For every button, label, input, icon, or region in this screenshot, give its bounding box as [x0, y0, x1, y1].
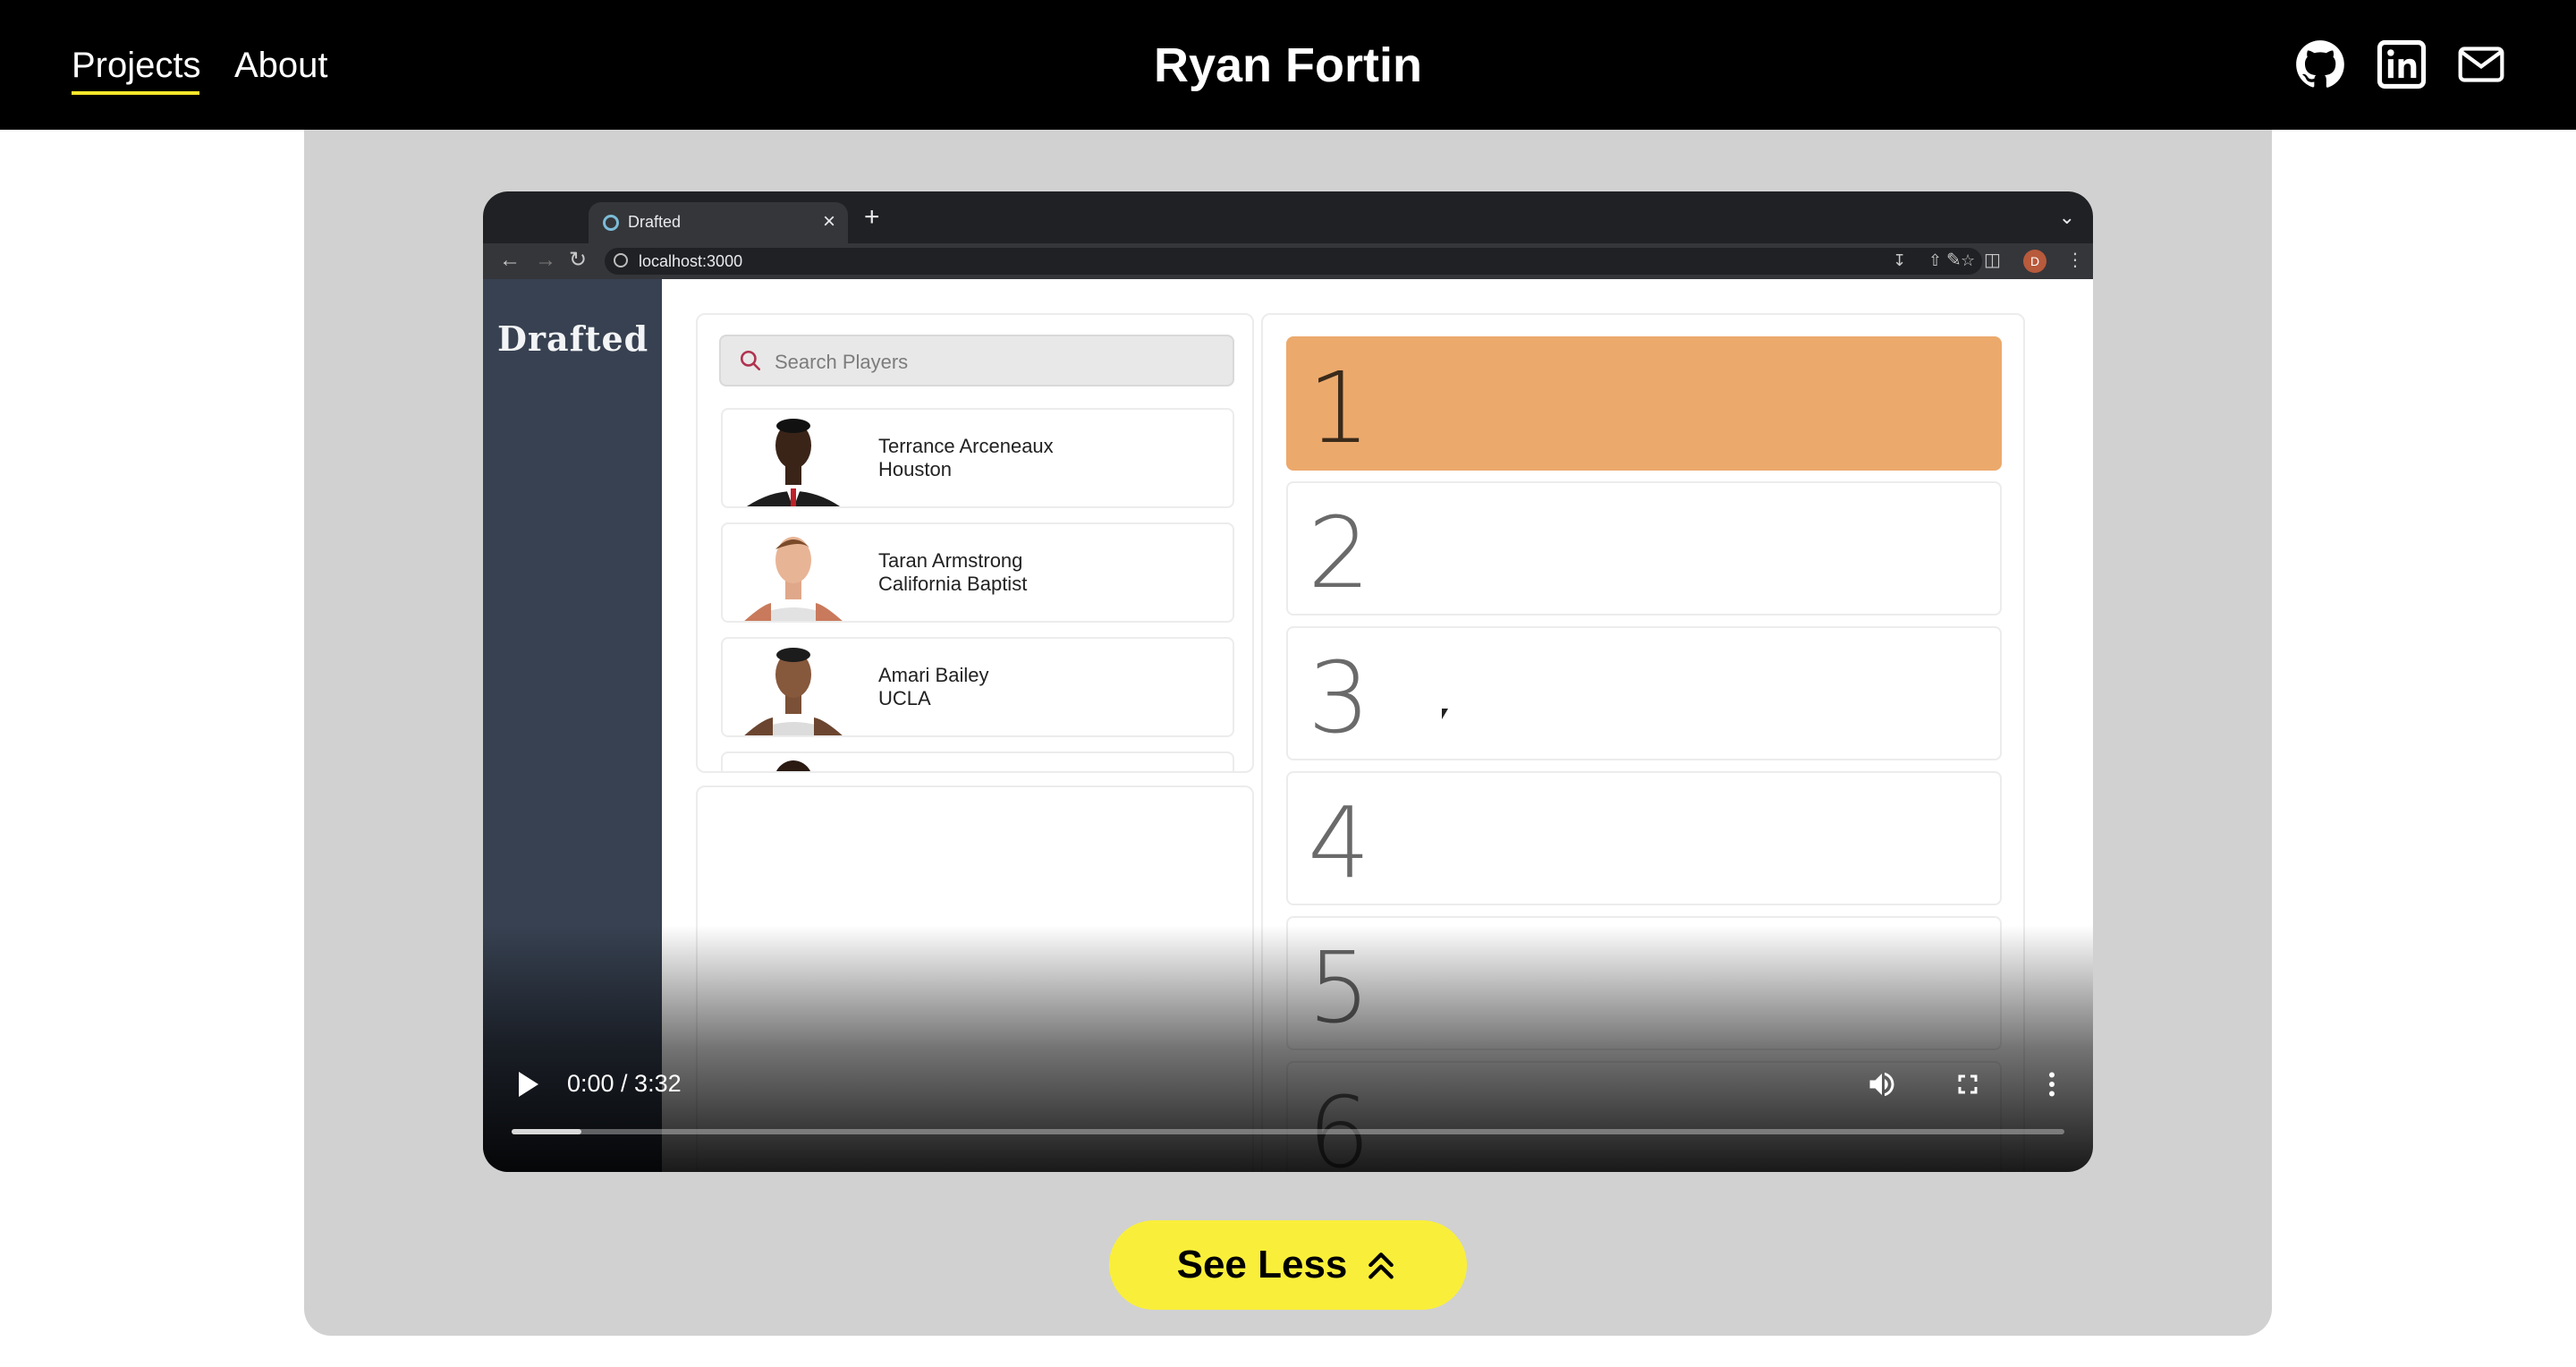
- mail-link[interactable]: [2456, 39, 2506, 89]
- new-tab-icon[interactable]: +: [864, 204, 880, 231]
- player-team: California Baptist: [878, 573, 1028, 595]
- more-vert-icon[interactable]: ⋮: [2066, 249, 2084, 271]
- player-card[interactable]: Taran Armstrong California Baptist: [721, 522, 1234, 623]
- video-progress-bar[interactable]: [512, 1129, 2064, 1134]
- reload-icon[interactable]: ↻: [569, 247, 587, 274]
- volume-icon[interactable]: [1866, 1068, 1898, 1100]
- player-card[interactable]: Terrance Arceneaux Houston: [721, 408, 1234, 508]
- star-icon[interactable]: ☆: [1961, 251, 1975, 270]
- close-icon[interactable]: ×: [823, 209, 835, 234]
- linkedin-link[interactable]: [2377, 39, 2427, 89]
- chevrons-up-icon: [1368, 1252, 1394, 1279]
- pick-slot[interactable]: 2: [1286, 481, 2002, 616]
- player-name: Taran Armstrong: [878, 549, 1023, 572]
- video-controls-overlay: [483, 925, 2093, 1172]
- more-options-icon[interactable]: [2036, 1068, 2068, 1100]
- browser-toolbar: ← → ↻ localhost:3000 ↧ ⇧ ☆ ✎ ◫ D ⋮: [483, 243, 2093, 279]
- video-buffered: [512, 1129, 582, 1134]
- browser-tab-strip: Drafted × + ⌄: [483, 191, 2093, 243]
- project-video[interactable]: Drafted × + ⌄ ← → ↻ localhost:3000 ↧ ⇧ ☆…: [483, 191, 2093, 1172]
- pick-number: 4: [1308, 785, 1370, 900]
- share-icon[interactable]: ⇧: [1928, 251, 1942, 270]
- player-photo: [726, 526, 860, 621]
- pick-number: 1: [1308, 351, 1370, 465]
- see-less-button[interactable]: See Less: [1109, 1220, 1467, 1310]
- install-icon[interactable]: ↧: [1893, 251, 1906, 270]
- player-photo: [726, 755, 860, 771]
- video-time: 0:00 / 3:32: [567, 1070, 682, 1097]
- pick-slot[interactable]: 4: [1286, 771, 2002, 905]
- pick-number: 3: [1308, 641, 1370, 755]
- react-icon: [603, 215, 619, 231]
- mail-icon: [2458, 47, 2504, 82]
- player-card[interactable]: [721, 751, 1234, 771]
- see-less-label: See Less: [1176, 1243, 1348, 1286]
- pick-slot[interactable]: 1: [1286, 336, 2002, 471]
- search-placeholder: Search Players: [775, 351, 909, 373]
- github-icon: [2296, 40, 2344, 88]
- app-logo: Drafted: [497, 318, 649, 359]
- profile-avatar[interactable]: D: [2023, 250, 2046, 273]
- linkedin-icon: [2377, 39, 2427, 89]
- top-nav: Projects About Ryan Fortin: [0, 0, 2576, 130]
- players-panel: Search Players Terrance Arceneaux Housto…: [696, 313, 1254, 773]
- player-search-input[interactable]: Search Players: [719, 335, 1234, 386]
- address-bar[interactable]: localhost:3000 ↧ ⇧ ☆: [605, 248, 1982, 275]
- forward-icon[interactable]: →: [535, 247, 556, 274]
- extensions-icon[interactable]: ✎: [1946, 249, 1962, 271]
- player-photo: [726, 641, 860, 735]
- info-icon: [614, 253, 628, 267]
- browser-tab[interactable]: Drafted ×: [589, 202, 848, 243]
- play-icon[interactable]: [519, 1072, 538, 1097]
- fullscreen-icon[interactable]: [1952, 1068, 1984, 1100]
- mouse-cursor: [1442, 709, 1448, 719]
- site-title: Ryan Fortin: [1153, 38, 1422, 92]
- browser-tab-title: Drafted: [628, 213, 682, 231]
- sidebar-icon[interactable]: ◫: [1984, 249, 2001, 271]
- back-icon[interactable]: ←: [499, 247, 521, 274]
- player-name: Terrance Arceneaux: [878, 435, 1054, 457]
- address-url: localhost:3000: [639, 252, 743, 270]
- github-link[interactable]: [2295, 39, 2345, 89]
- player-photo: [726, 412, 860, 506]
- search-icon: [740, 350, 761, 371]
- player-team: Houston: [878, 458, 952, 480]
- player-name: Amari Bailey: [878, 664, 989, 686]
- pick-slot[interactable]: 3: [1286, 626, 2002, 760]
- chevron-down-icon[interactable]: ⌄: [2059, 206, 2075, 229]
- player-team: UCLA: [878, 687, 931, 709]
- player-card[interactable]: Amari Bailey UCLA: [721, 637, 1234, 737]
- pick-number: 2: [1308, 496, 1370, 610]
